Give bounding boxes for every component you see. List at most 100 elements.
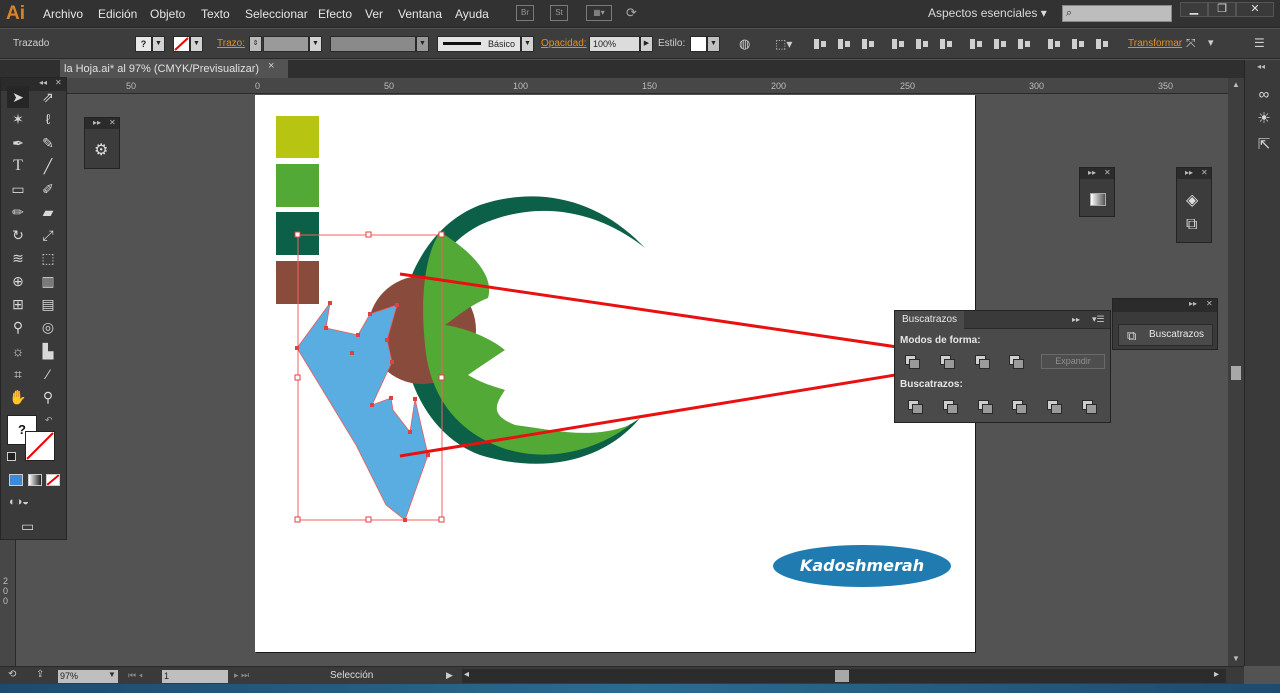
outline-icon[interactable]: [1046, 399, 1062, 414]
tools-panel: ◂◂ ✕ ➤ ⇗ ✶ ℓ ✒ ✎ T ╱ ▭ ✐ ✏ ▰ ↻ ⤢ ≋ ⬚ ⊕ ▥…: [0, 77, 67, 540]
collapse-panel-icon[interactable]: ▸▸: [1072, 315, 1080, 324]
column-graph-tool-icon[interactable]: ▙: [37, 340, 59, 362]
eraser-tool-icon[interactable]: ▰: [37, 201, 59, 223]
mini-panel-header[interactable]: ▸▸ ✕: [1113, 299, 1217, 312]
navigator-icon[interactable]: ⚙: [94, 140, 108, 160]
scroll-left-icon[interactable]: ◂: [464, 669, 469, 680]
line-tool-icon[interactable]: ╱: [37, 155, 59, 177]
expand-icon[interactable]: ▸▸: [93, 118, 101, 127]
artboard-tool-icon[interactable]: ⌗: [7, 363, 29, 385]
panel-menu-icon[interactable]: ▾☰: [1092, 314, 1105, 325]
next-artboard-icon[interactable]: ▸ ⏭: [234, 670, 249, 681]
mini-panel-gradient: ▸▸ ✕: [1079, 167, 1115, 217]
no-color-icon: [26, 432, 54, 460]
zoom-tool-icon[interactable]: ⚲: [37, 386, 59, 408]
scroll-down-icon[interactable]: ▼: [1232, 654, 1240, 663]
first-artboard-icon[interactable]: ⏮ ◂: [128, 670, 143, 681]
gradient-panel-icon[interactable]: [1090, 193, 1106, 206]
status-menu-icon[interactable]: ▶: [446, 670, 453, 681]
type-tool-icon[interactable]: T: [7, 155, 29, 177]
vertical-scrollbar[interactable]: ▲ ▼: [1228, 78, 1244, 666]
drawing-modes-icon[interactable]: ◐◑◒: [9, 496, 29, 508]
close-icon[interactable]: ✕: [1104, 168, 1111, 177]
pathfinder-panel-button[interactable]: ⧉ Buscatrazos: [1118, 324, 1213, 346]
share-icon[interactable]: ⇪: [36, 669, 44, 680]
pathfinder-button-label: Buscatrazos: [1149, 329, 1205, 340]
rectangle-tool-icon[interactable]: ▭: [7, 178, 29, 200]
appearance-icon[interactable]: ☀: [1255, 110, 1273, 128]
warp-tool-icon[interactable]: ≋: [7, 247, 29, 269]
artboard-number-field[interactable]: 1: [162, 670, 228, 683]
expand-button[interactable]: Expandir: [1041, 354, 1105, 369]
stroke-color-box[interactable]: [25, 431, 55, 461]
close-icon[interactable]: ✕: [1206, 299, 1213, 308]
close-icon[interactable]: ✕: [1201, 168, 1208, 177]
vertical-scroll-thumb[interactable]: [1231, 366, 1241, 380]
horizontal-scrollbar[interactable]: ◂ ▸: [462, 669, 1226, 683]
pathfinder-tab[interactable]: Buscatrazos: [895, 311, 965, 329]
intersect-icon[interactable]: [974, 354, 990, 369]
hand-tool-icon[interactable]: ✋: [7, 386, 29, 408]
horizontal-scroll-thumb[interactable]: [835, 670, 849, 682]
perspective-grid-tool-icon[interactable]: ▥: [37, 270, 59, 292]
magic-wand-tool-icon[interactable]: ✶: [7, 108, 29, 130]
creative-cloud-icon[interactable]: ∞: [1255, 86, 1273, 104]
exclude-icon[interactable]: [1008, 354, 1024, 369]
free-transform-tool-icon[interactable]: ⬚: [37, 247, 59, 269]
screen-mode-icon[interactable]: ▭: [21, 518, 34, 535]
symbol-sprayer-tool-icon[interactable]: ☼: [7, 340, 29, 362]
blend-tool-icon[interactable]: ◎: [37, 316, 59, 338]
layers-icon[interactable]: ◈: [1186, 190, 1198, 210]
rotate-tool-icon[interactable]: ↻: [7, 224, 29, 246]
scale-tool-icon[interactable]: ⤢: [37, 224, 59, 246]
merge-icon[interactable]: [977, 399, 993, 414]
crop-icon[interactable]: [1011, 399, 1027, 414]
collapse-dock-icon[interactable]: ◂◂: [1257, 62, 1265, 71]
shape-builder-tool-icon[interactable]: ⊕: [7, 270, 29, 292]
history-icon[interactable]: ⟲: [8, 669, 16, 680]
zoom-dropdown-icon[interactable]: ▼: [108, 670, 116, 679]
scroll-up-icon[interactable]: ▲: [1232, 80, 1240, 89]
minus-front-icon[interactable]: [939, 354, 955, 369]
mini-panel-header[interactable]: ▸▸ ✕: [1177, 168, 1211, 179]
divide-icon[interactable]: [907, 399, 923, 414]
pathfinder-collapsed-panel: ▸▸ ✕ ⧉ Buscatrazos: [1112, 298, 1218, 350]
color-mode-icon[interactable]: [9, 474, 23, 486]
default-colors-icon[interactable]: [7, 452, 16, 461]
right-panel-dock: ◂◂ ∞ ☀ ⇱: [1244, 60, 1280, 666]
os-taskbar: [0, 684, 1280, 693]
swap-fill-stroke-icon[interactable]: ↶: [45, 415, 53, 426]
pathfinder-icon: ⧉: [1127, 328, 1137, 343]
mini-panel-header[interactable]: ▸▸ ✕: [85, 118, 119, 129]
trim-icon[interactable]: [942, 399, 958, 414]
slice-tool-icon[interactable]: ⁄: [37, 363, 59, 385]
lasso-tool-icon[interactable]: ℓ: [37, 108, 59, 130]
paintbrush-tool-icon[interactable]: ✐: [37, 178, 59, 200]
mini-panel-header[interactable]: ▸▸ ✕: [1080, 168, 1114, 179]
pen-tool-icon[interactable]: ✒: [7, 132, 29, 154]
export-icon[interactable]: ⇱: [1255, 136, 1273, 154]
close-icon[interactable]: ✕: [109, 118, 116, 127]
pencil-tool-icon[interactable]: ✏: [7, 201, 29, 223]
status-bar: ⟲ ⇪ 97% ▼ ⏮ ◂ 1 ▸ ⏭ Selección ▶ ◂ ▸: [0, 666, 1244, 684]
expand-icon[interactable]: ▸▸: [1185, 168, 1193, 177]
unite-icon[interactable]: [904, 354, 920, 369]
none-mode-icon[interactable]: [46, 474, 60, 486]
kadoshmerah-logo: Kadoshmerah: [773, 545, 951, 587]
gradient-mode-icon[interactable]: [28, 474, 42, 486]
expand-icon[interactable]: ▸▸: [1088, 168, 1096, 177]
mesh-tool-icon[interactable]: ⊞: [7, 293, 29, 315]
pathfinder-header[interactable]: Buscatrazos ▸▸ ▾☰: [895, 311, 1110, 329]
curvature-tool-icon[interactable]: ✎: [37, 132, 59, 154]
pathfinders-label: Buscatrazos:: [900, 379, 963, 390]
minus-back-icon[interactable]: [1081, 399, 1097, 414]
shape-modes-label: Modos de forma:: [900, 335, 981, 346]
direct-selection-tool-icon[interactable]: ⇗: [37, 86, 59, 108]
expand-icon[interactable]: ▸▸: [1189, 299, 1197, 308]
selection-tool-icon[interactable]: ➤: [7, 86, 29, 108]
current-tool-status: Selección: [330, 670, 374, 681]
gradient-tool-icon[interactable]: ▤: [37, 293, 59, 315]
eyedropper-tool-icon[interactable]: ⚲: [7, 316, 29, 338]
scroll-right-icon[interactable]: ▸: [1214, 669, 1219, 680]
artboards-icon[interactable]: ⧉: [1186, 216, 1197, 234]
